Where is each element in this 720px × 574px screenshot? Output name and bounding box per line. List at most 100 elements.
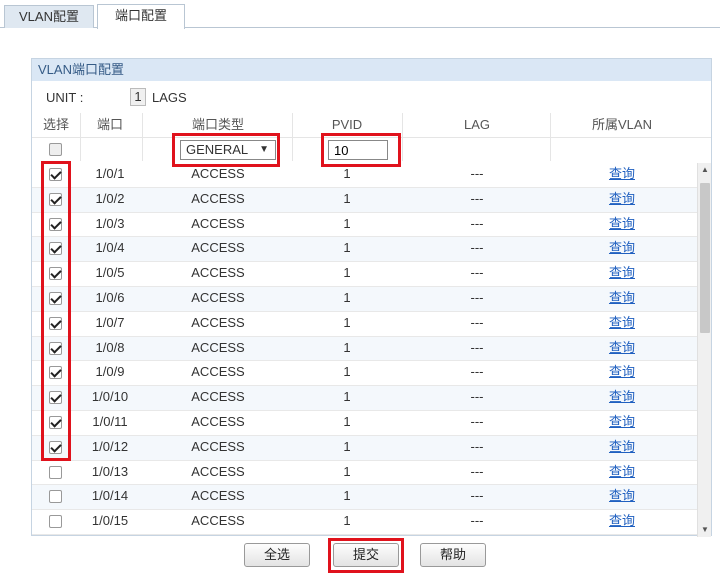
select-all-button[interactable]: 全选: [244, 543, 310, 567]
type-cell: ACCESS: [191, 265, 245, 281]
port-cell: 1/0/4: [95, 240, 125, 256]
tab-port-config[interactable]: 端口配置: [97, 4, 185, 29]
lag-cell: ---: [470, 190, 484, 206]
row-checkbox[interactable]: [49, 440, 62, 454]
pvid-cell: 1: [343, 438, 351, 454]
port-cell: 1/0/13: [91, 463, 129, 479]
query-link[interactable]: 查询: [552, 485, 692, 509]
port-cell: 1/0/10: [91, 389, 129, 405]
submit-button[interactable]: 提交: [333, 543, 399, 567]
tab-bar: VLAN配置 端口配置: [0, 0, 720, 29]
type-cell: ACCESS: [191, 290, 245, 305]
pvid-cell: 1: [343, 265, 351, 281]
lag-cell: ---: [470, 215, 484, 231]
select-all-checkbox[interactable]: [49, 143, 62, 156]
type-cell: ACCESS: [191, 166, 245, 181]
scroll-up-icon[interactable]: ▲: [698, 163, 712, 177]
query-link[interactable]: 查询: [552, 213, 692, 237]
query-link[interactable]: 查询: [552, 361, 692, 385]
pvid-cell: 1: [343, 463, 351, 479]
header-port: 端口: [96, 117, 123, 132]
table-row: 1/0/3 ACCESS 1 --- 查询: [32, 213, 697, 238]
port-cell: 1/0/3: [95, 215, 125, 231]
query-link[interactable]: 查询: [552, 237, 692, 261]
port-cell: 1/0/8: [95, 339, 125, 355]
row-checkbox[interactable]: [49, 490, 62, 504]
help-button[interactable]: 帮助: [420, 543, 486, 567]
row-checkbox[interactable]: [49, 168, 62, 181]
port-cell: 1/0/15: [91, 513, 129, 529]
query-link[interactable]: 查询: [552, 312, 692, 336]
scroll-down-icon[interactable]: ▼: [698, 523, 712, 537]
table-row: 1/0/2 ACCESS 1 --- 查询: [32, 187, 697, 213]
row-checkbox[interactable]: [49, 242, 62, 256]
lags-label[interactable]: LAGS: [152, 88, 187, 108]
row-checkbox[interactable]: [49, 416, 62, 429]
chevron-down-icon: ▼: [259, 144, 269, 155]
query-link[interactable]: 查询: [552, 188, 692, 212]
unit-label: UNIT :: [46, 90, 84, 105]
port-type-select[interactable]: GENERAL ▼: [180, 140, 276, 160]
query-link[interactable]: 查询: [552, 337, 692, 361]
unit-selector[interactable]: 1: [130, 88, 146, 106]
table-row: 1/0/1 ACCESS 1 --- 查询: [32, 163, 697, 188]
lag-cell: ---: [470, 339, 484, 355]
type-cell: ACCESS: [191, 339, 245, 355]
query-link[interactable]: 查询: [552, 461, 692, 485]
row-checkbox[interactable]: [49, 465, 62, 479]
row-checkbox[interactable]: [49, 341, 62, 355]
pvid-cell: 1: [343, 488, 351, 504]
type-cell: ACCESS: [191, 463, 245, 479]
lag-cell: ---: [470, 166, 484, 181]
pvid-input[interactable]: [328, 140, 388, 160]
port-table-body: 1/0/1 ACCESS 1 --- 查询 1/0/2 ACCESS 1 ---…: [32, 163, 697, 537]
lag-cell: ---: [470, 314, 484, 330]
pvid-cell: 1: [343, 314, 351, 330]
table-row: 1/0/5 ACCESS 1 --- 查询: [32, 262, 697, 287]
row-checkbox[interactable]: [49, 267, 62, 281]
port-cell: 1/0/14: [91, 488, 129, 504]
table-scrollbar[interactable]: ▲ ▼: [697, 163, 711, 537]
table-row: 1/0/6 ACCESS 1 --- 查询: [32, 287, 697, 312]
query-link[interactable]: 查询: [552, 510, 692, 534]
query-link[interactable]: 查询: [552, 411, 692, 435]
row-checkbox[interactable]: [49, 217, 62, 231]
row-checkbox[interactable]: [49, 316, 62, 330]
pvid-cell: 1: [343, 389, 351, 405]
scroll-thumb[interactable]: [700, 183, 710, 333]
port-cell: 1/0/12: [91, 438, 129, 454]
lag-cell: ---: [470, 389, 484, 405]
query-link[interactable]: 查询: [552, 262, 692, 286]
pvid-cell: 1: [343, 290, 351, 305]
table-row: 1/0/9 ACCESS 1 --- 查询: [32, 361, 697, 387]
port-cell: 1/0/9: [95, 364, 125, 380]
lag-cell: ---: [470, 364, 484, 380]
row-checkbox[interactable]: [49, 515, 62, 529]
lag-cell: ---: [470, 414, 484, 429]
type-cell: ACCESS: [191, 414, 245, 429]
type-cell: ACCESS: [191, 190, 245, 206]
header-lag: LAG: [463, 117, 490, 132]
lag-cell: ---: [470, 463, 484, 479]
type-cell: ACCESS: [191, 314, 245, 330]
query-link[interactable]: 查询: [552, 386, 692, 410]
port-cell: 1/0/6: [95, 290, 125, 305]
pvid-cell: 1: [343, 190, 351, 206]
row-checkbox[interactable]: [49, 192, 62, 206]
type-cell: ACCESS: [191, 438, 245, 454]
query-link[interactable]: 查询: [552, 163, 692, 187]
table-row: 1/0/13 ACCESS 1 --- 查询: [32, 461, 697, 486]
row-checkbox[interactable]: [49, 391, 62, 405]
row-checkbox[interactable]: [49, 292, 62, 305]
pvid-cell: 1: [343, 364, 351, 380]
query-link[interactable]: 查询: [552, 436, 692, 460]
tab-vlan-config[interactable]: VLAN配置: [4, 5, 94, 28]
port-cell: 1/0/11: [92, 414, 128, 429]
pvid-cell: 1: [343, 414, 351, 429]
type-cell: ACCESS: [191, 215, 245, 231]
row-checkbox[interactable]: [49, 366, 62, 380]
type-cell: ACCESS: [191, 364, 245, 380]
query-link[interactable]: 查询: [552, 287, 692, 311]
header-pvid: PVID: [331, 117, 363, 132]
vlan-port-config-panel: VLAN端口配置 UNIT : 1 LAGS 选择 端口 端口类型 PVID L…: [31, 58, 712, 537]
